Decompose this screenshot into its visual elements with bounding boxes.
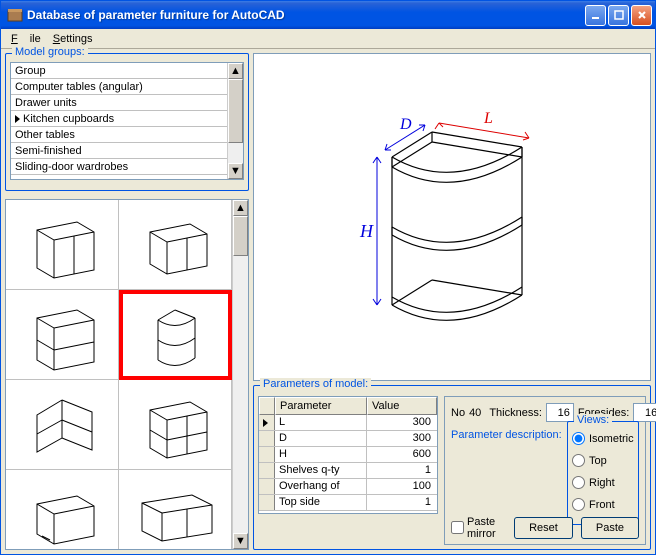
scroll-down-button[interactable]: ▼	[233, 533, 248, 549]
checkbox-paste-mirror[interactable]	[451, 521, 464, 534]
radio-top[interactable]	[572, 454, 585, 467]
list-item[interactable]: Sliding-door wardrobes	[11, 159, 243, 175]
dim-d-label: D	[399, 116, 412, 133]
scrollbar[interactable]: ▲ ▼	[227, 63, 243, 179]
radio-isometric[interactable]	[572, 432, 585, 445]
views-legend: Views:	[574, 414, 612, 426]
thumbnail-grid: ▲ ▼	[5, 199, 249, 550]
thickness-input[interactable]	[546, 403, 574, 422]
thickness-label: Thickness:	[489, 407, 542, 419]
thumbnail-item[interactable]	[6, 380, 119, 470]
scroll-up-button[interactable]: ▲	[233, 200, 248, 216]
thumbnail-item[interactable]	[119, 290, 232, 380]
thumbnail-item[interactable]	[119, 200, 232, 290]
table-row[interactable]: D300	[259, 431, 437, 447]
list-item[interactable]: Other tables	[11, 127, 243, 143]
list-item[interactable]: Semi-finished	[11, 143, 243, 159]
thumbnail-item[interactable]	[119, 470, 232, 550]
window-title: Database of parameter furniture for Auto…	[27, 8, 583, 22]
dim-l-label: L	[483, 110, 493, 127]
radio-front[interactable]	[572, 498, 585, 511]
maximize-button[interactable]	[608, 5, 629, 26]
view-isometric[interactable]: Isometric	[572, 432, 634, 445]
model-groups-fieldset: Model groups: GroupComputer tables (angu…	[5, 53, 249, 191]
table-row[interactable]: Overhang of100	[259, 479, 437, 495]
view-right[interactable]: Right	[572, 476, 634, 489]
param-description-label: Parameter description:	[451, 429, 569, 441]
view-top[interactable]: Top	[572, 454, 634, 467]
table-header: Parameter Value	[259, 397, 437, 415]
app-icon	[7, 7, 23, 23]
parameters-fieldset: Parameters of model: Parameter Value L30…	[253, 385, 651, 550]
scrollbar[interactable]: ▲ ▼	[232, 200, 248, 549]
model-preview: L D H	[253, 53, 651, 381]
model-groups-list[interactable]: GroupComputer tables (angular)Drawer uni…	[10, 62, 244, 180]
app-window: Database of parameter furniture for Auto…	[0, 0, 656, 555]
reset-button[interactable]: Reset	[514, 517, 573, 539]
minimize-button[interactable]	[585, 5, 606, 26]
scroll-up-button[interactable]: ▲	[228, 63, 243, 79]
parameter-table[interactable]: Parameter Value L300D300H600Shelves q-ty…	[258, 396, 438, 514]
paste-button[interactable]: Paste	[581, 517, 639, 539]
foresides-input[interactable]	[633, 403, 656, 422]
views-fieldset: Views: Isometric Top Right Front	[567, 421, 639, 525]
list-item[interactable]: Computer tables (angular)	[11, 79, 243, 95]
menu-settings[interactable]: Settings	[47, 31, 99, 47]
info-panel: No40 Thickness: Foresides: Parameter des…	[444, 396, 646, 545]
thumbnail-item[interactable]	[119, 380, 232, 470]
table-row[interactable]: Shelves q-ty1	[259, 463, 437, 479]
scroll-thumb[interactable]	[233, 216, 248, 256]
col-parameter: Parameter	[275, 397, 367, 415]
view-front[interactable]: Front	[572, 498, 634, 511]
table-row[interactable]: L300	[259, 415, 437, 431]
list-item[interactable]: Drawer units	[11, 95, 243, 111]
dim-h-label: H	[359, 221, 374, 241]
parameters-legend: Parameters of model:	[260, 378, 371, 390]
menu-file[interactable]: File	[5, 31, 47, 47]
thumbnail-item[interactable]	[6, 290, 119, 380]
table-row[interactable]: H600	[259, 447, 437, 463]
titlebar[interactable]: Database of parameter furniture for Auto…	[1, 1, 655, 29]
no-value: 40	[469, 407, 481, 419]
col-value: Value	[367, 397, 437, 415]
paste-mirror-checkbox[interactable]: Paste mirror	[451, 516, 498, 540]
table-row[interactable]: Top side1	[259, 495, 437, 511]
close-button[interactable]	[631, 5, 652, 26]
thumbnail-item[interactable]	[6, 470, 119, 550]
list-item[interactable]: Group	[11, 63, 243, 79]
no-label: No	[451, 407, 465, 419]
scroll-down-button[interactable]: ▼	[228, 163, 243, 179]
scroll-thumb[interactable]	[228, 79, 243, 143]
list-item[interactable]: Kitchen cupboards	[11, 111, 243, 127]
menubar: File Settings	[1, 29, 655, 49]
thumbnail-item[interactable]	[6, 200, 119, 290]
radio-right[interactable]	[572, 476, 585, 489]
model-groups-legend: Model groups:	[12, 46, 88, 58]
